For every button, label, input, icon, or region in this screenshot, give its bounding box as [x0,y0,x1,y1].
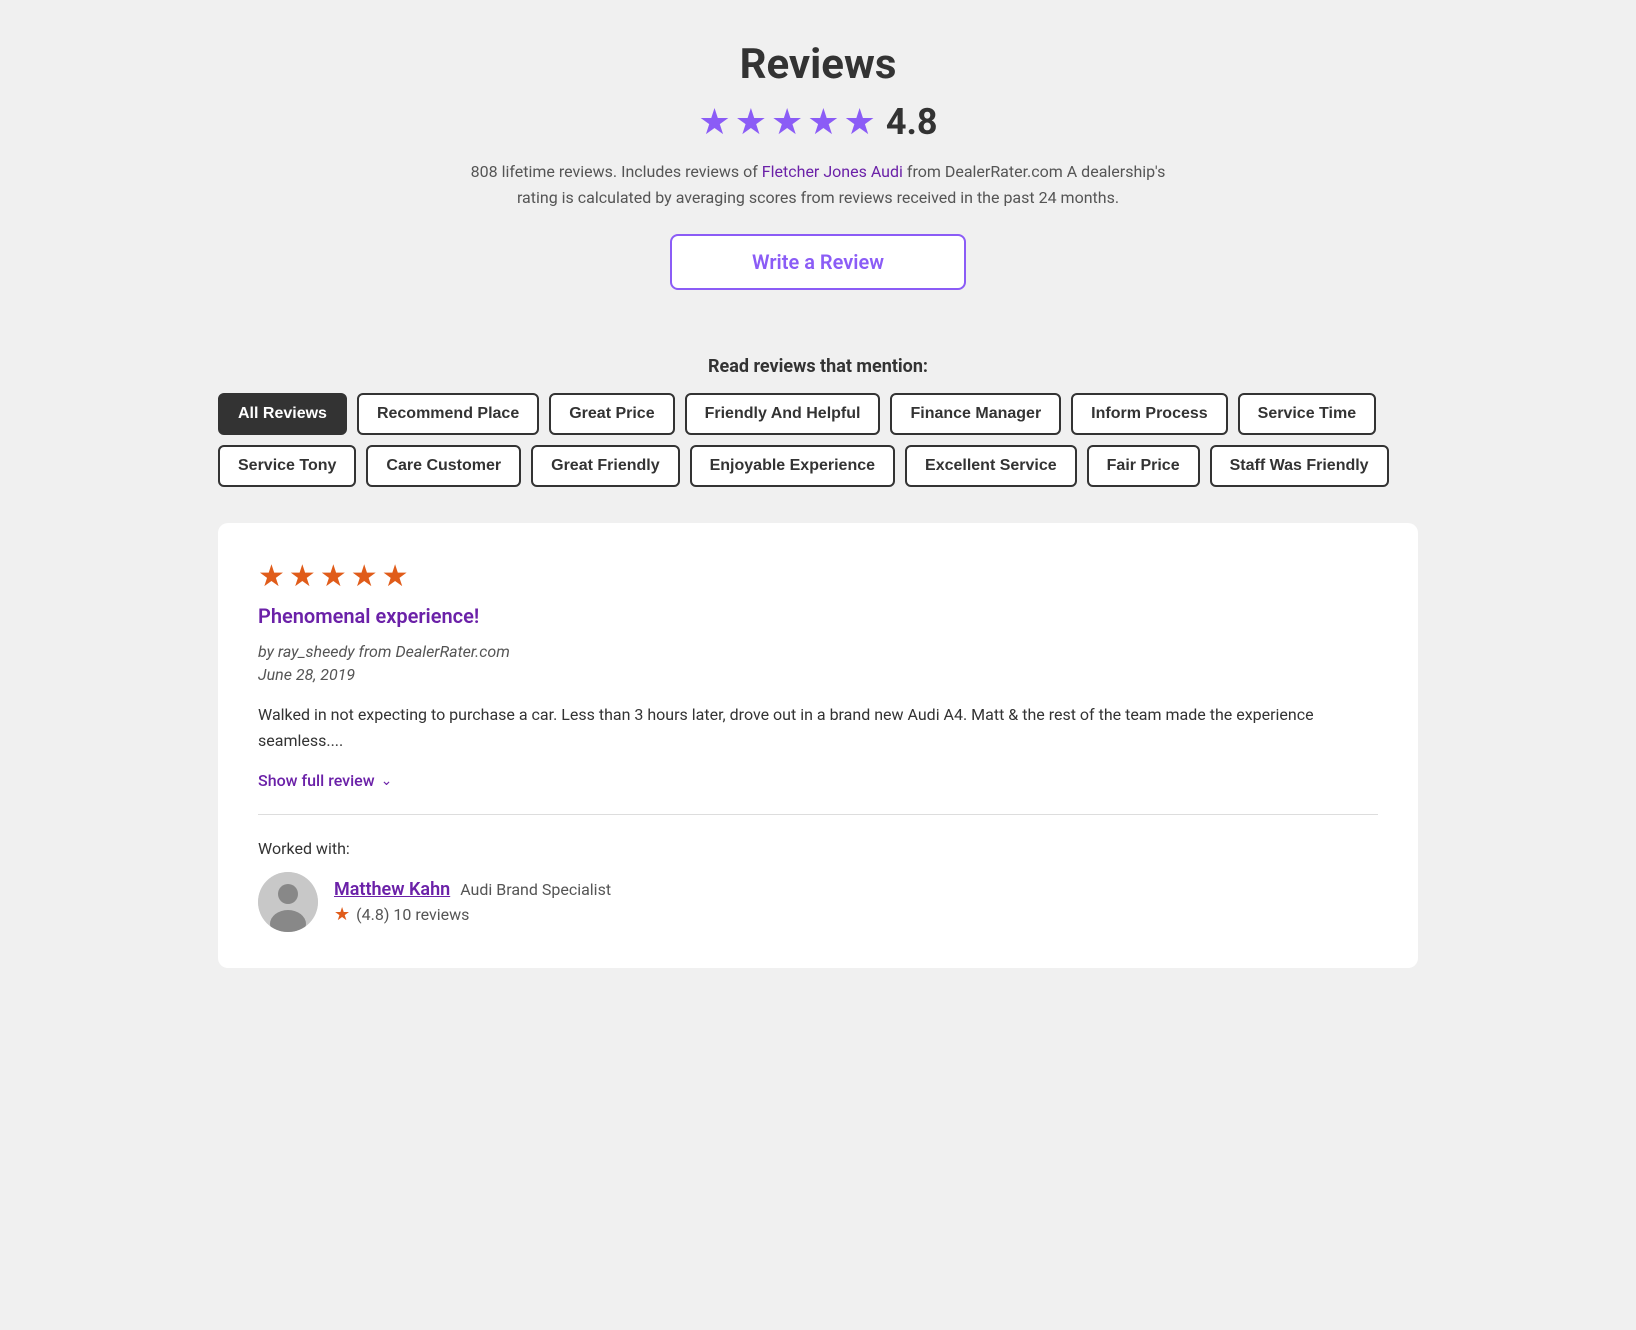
avatar [258,872,318,932]
tag-finance-manager[interactable]: Finance Manager [890,393,1061,435]
review-star-4: ★ [382,559,409,594]
tag-care-customer[interactable]: Care Customer [366,445,521,487]
staff-rating-text-0: (4.8) 10 reviews [356,905,469,924]
staff-name-row-0: Matthew Kahn Audi Brand Specialist [334,879,611,900]
worked-with-label-0: Worked with: [258,839,1378,858]
write-review-button[interactable]: Write a Review [670,234,966,290]
staff-name-link-0[interactable]: Matthew Kahn [334,879,450,900]
rating-row: ★ ★ ★ ★ ★ 4.8 [218,101,1418,143]
review-title-0: Phenomenal experience! [258,604,1378,628]
staff-star-icon: ★ [334,904,350,925]
avatar-image [258,872,318,932]
review-star-2: ★ [320,559,347,594]
tag-excellent-service[interactable]: Excellent Service [905,445,1077,487]
tag-great-price[interactable]: Great Price [549,393,674,435]
overall-rating-number: 4.8 [886,101,938,143]
staff-rating-row-0: ★ (4.8) 10 reviews [334,904,611,925]
review-star-3: ★ [351,559,378,594]
tag-inform-process[interactable]: Inform Process [1071,393,1227,435]
review-date-0: June 28, 2019 [258,665,1378,684]
staff-title-0: Audi Brand Specialist [460,880,611,899]
page-wrapper: Reviews ★ ★ ★ ★ ★ 4.8 808 lifetime revie… [218,40,1418,968]
dealer-link[interactable]: Fletcher Jones Audi [762,162,903,181]
tag-recommend-place[interactable]: Recommend Place [357,393,539,435]
reviews-description: 808 lifetime reviews. Includes reviews o… [458,159,1178,210]
chevron-down-icon: ⌄ [381,773,393,789]
tag-great-friendly[interactable]: Great Friendly [531,445,679,487]
tag-service-time[interactable]: Service Time [1238,393,1376,435]
star-4: ★ [807,101,839,143]
review-star-0: ★ [258,559,285,594]
tag-friendly-helpful[interactable]: Friendly And Helpful [685,393,881,435]
star-3: ★ [771,101,803,143]
staff-info-0: Matthew Kahn Audi Brand Specialist ★ (4.8) … [334,879,611,925]
reviews-header: Reviews ★ ★ ★ ★ ★ 4.8 808 lifetime revie… [218,40,1418,326]
tag-enjoyable-experience[interactable]: Enjoyable Experience [690,445,895,487]
tags-container: All ReviewsRecommend PlaceGreat Price Fri… [218,393,1418,487]
review-star-1: ★ [289,559,316,594]
review-card-0: ★★★★★Phenomenal experience!by ray_sheedy… [218,523,1418,968]
overall-stars: ★ ★ ★ ★ ★ [698,101,875,143]
reviews-container: ★★★★★Phenomenal experience!by ray_sheedy… [218,523,1418,968]
review-stars-0: ★★★★★ [258,559,1378,594]
description-prefix: 808 lifetime reviews. Includes reviews o… [471,162,758,181]
mention-title: Read reviews that mention: [218,356,1418,377]
staff-row-0: Matthew Kahn Audi Brand Specialist ★ (4.8) … [258,872,1378,932]
star-5: ★ [844,101,876,143]
tag-fair-price[interactable]: Fair Price [1087,445,1200,487]
review-divider-0 [258,814,1378,815]
tag-service-tony[interactable]: Service Tony [218,445,356,487]
page-title: Reviews [218,40,1418,89]
tag-all-reviews[interactable]: All Reviews [218,393,347,435]
show-full-review-button-0[interactable]: Show full review ⌄ [258,771,1378,790]
star-1: ★ [698,101,730,143]
review-text-0: Walked in not expecting to purchase a ca… [258,702,1378,753]
star-2: ★ [735,101,767,143]
tag-staff-was-friendly[interactable]: Staff Was Friendly [1210,445,1389,487]
review-author-0: by ray_sheedy from DealerRater.com [258,642,1378,661]
tags-section: Read reviews that mention: All ReviewsRe… [218,356,1418,487]
